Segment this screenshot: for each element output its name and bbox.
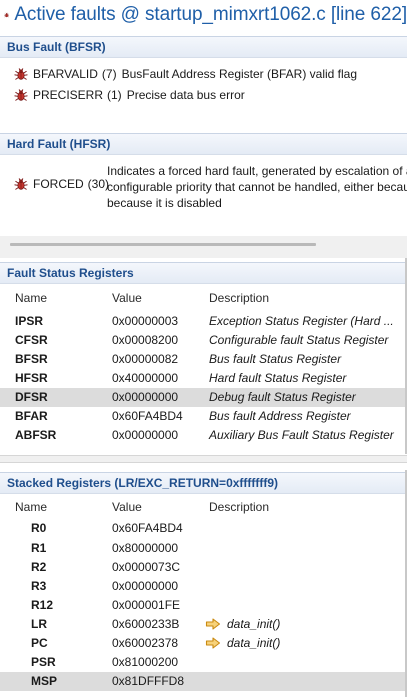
- register-name: PSR: [31, 655, 56, 669]
- description-line: configurable priority that cannot be han…: [107, 180, 407, 194]
- column-header-name[interactable]: Name: [15, 291, 47, 305]
- column-header-name[interactable]: Name: [15, 500, 47, 514]
- description-line: because it is disabled: [107, 196, 222, 210]
- register-description: Configurable fault Status Register: [209, 333, 389, 347]
- table-row[interactable]: IPSR 0x00000003 Exception Status Registe…: [0, 312, 407, 331]
- register-value: 0x00008200: [112, 333, 179, 347]
- fault-bit-name: BFARVALID: [33, 67, 98, 81]
- column-header-value[interactable]: Value: [112, 291, 142, 305]
- register-value: 0x60002378: [112, 636, 179, 650]
- register-name: BFAR: [15, 409, 48, 423]
- fault-bit-number: (7): [101, 67, 117, 81]
- register-name: R1: [31, 541, 47, 555]
- fault-bit-name: PRECISERR: [33, 88, 104, 102]
- panel-separator: [0, 455, 407, 463]
- fault-bit-name: FORCED: [33, 177, 84, 191]
- fault-bit-number: (30): [87, 177, 110, 191]
- table-row[interactable]: HFSR 0x40000000 Hard fault Status Regist…: [0, 369, 407, 388]
- column-header-value[interactable]: Value: [112, 500, 142, 514]
- fault-item-preciserr[interactable]: PRECISERR (1) Precise data bus error: [14, 88, 245, 102]
- register-value: 0x0000073C: [112, 560, 181, 574]
- horizontal-scrollbar-thumb[interactable]: [10, 243, 316, 246]
- register-name: BFSR: [15, 352, 48, 366]
- table-row-selected[interactable]: DFSR 0x00000000 Debug fault Status Regis…: [0, 388, 407, 407]
- fault-item-bfarvalid[interactable]: BFARVALID (7) BusFault Address Register …: [14, 67, 357, 81]
- hard-fault-header[interactable]: Hard Fault (HFSR): [0, 133, 407, 155]
- fault-bit-description: Precise data bus error: [126, 88, 245, 102]
- register-value: 0x80000000: [112, 541, 179, 555]
- register-name: PC: [31, 636, 48, 650]
- register-description: Hard fault Status Register: [209, 371, 347, 385]
- table-row[interactable]: PC 0x60002378 data_init(): [0, 634, 407, 653]
- table-row[interactable]: ABFSR 0x00000000 Auxiliary Bus Fault Sta…: [0, 426, 407, 445]
- fault-bit-number: (1): [107, 88, 122, 102]
- bug-icon: [4, 12, 10, 18]
- description-line: Indicates a forced hard fault, generated…: [107, 164, 407, 178]
- table-row[interactable]: PSR 0x81000200: [0, 653, 407, 672]
- source-function-link[interactable]: data_init(): [227, 636, 280, 650]
- fault-item-forced[interactable]: FORCED (30): [14, 177, 114, 191]
- register-name: R2: [31, 560, 47, 574]
- register-name: IPSR: [15, 314, 44, 328]
- bug-icon: [14, 89, 28, 101]
- bus-fault-header[interactable]: Bus Fault (BFSR): [0, 36, 407, 58]
- register-name: CFSR: [15, 333, 48, 347]
- table-row[interactable]: R0 0x60FA4BD4: [0, 519, 407, 538]
- bug-icon: [14, 178, 28, 190]
- bug-icon: [14, 68, 28, 80]
- register-name: DFSR: [15, 390, 48, 404]
- register-value: 0x60FA4BD4: [112, 409, 183, 423]
- register-description: Exception Status Register (Hard ...: [209, 314, 394, 328]
- view-title: Active faults @ startup_mimxrt1062.c [li…: [14, 4, 407, 25]
- hard-fault-description: Indicates a forced hard fault, generated…: [107, 163, 407, 211]
- register-value: 0x00000003: [112, 314, 179, 328]
- register-name: HFSR: [15, 371, 48, 385]
- fault-status-table-header: Name Value Description: [0, 288, 407, 308]
- goto-source-arrow-icon[interactable]: [205, 618, 221, 630]
- register-value: 0x00000000: [112, 390, 179, 404]
- register-value: 0x00000000: [112, 579, 179, 593]
- table-row[interactable]: BFSR 0x00000082 Bus fault Status Registe…: [0, 350, 407, 369]
- register-value: 0x60FA4BD4: [112, 521, 183, 535]
- table-row[interactable]: CFSR 0x00008200 Configurable fault Statu…: [0, 331, 407, 350]
- register-description: Bus fault Address Register: [209, 409, 351, 423]
- register-value: 0x000001FE: [112, 598, 181, 612]
- register-value: 0x6000233B: [112, 617, 180, 631]
- table-row[interactable]: R1 0x80000000: [0, 539, 407, 558]
- table-row[interactable]: BFAR 0x60FA4BD4 Bus fault Address Regist…: [0, 407, 407, 426]
- register-name: R0: [31, 521, 47, 535]
- view-title-bar: Active faults @ startup_mimxrt1062.c [li…: [0, 0, 407, 30]
- horizontal-scrollbar-track[interactable]: [0, 236, 407, 258]
- register-value: 0x40000000: [112, 371, 179, 385]
- fault-bit-description: BusFault Address Register (BFAR) valid f…: [121, 67, 358, 81]
- table-row-selected[interactable]: MSP 0x81DFFFD8: [0, 672, 407, 691]
- table-row[interactable]: R3 0x00000000: [0, 577, 407, 596]
- fault-status-header[interactable]: Fault Status Registers: [0, 262, 407, 284]
- register-description: Debug fault Status Register: [209, 390, 356, 404]
- source-function-link[interactable]: data_init(): [227, 617, 280, 631]
- register-value: 0x81000200: [112, 655, 179, 669]
- column-header-description[interactable]: Description: [209, 291, 269, 305]
- register-value: 0x00000082: [112, 352, 179, 366]
- register-description: Bus fault Status Register: [209, 352, 342, 366]
- register-name: R12: [31, 598, 54, 612]
- table-row[interactable]: R12 0x000001FE: [0, 596, 407, 615]
- stacked-table-header: Name Value Description: [0, 497, 407, 517]
- register-description: Auxiliary Bus Fault Status Register: [209, 428, 394, 442]
- table-row[interactable]: R2 0x0000073C: [0, 558, 407, 577]
- bus-fault-section: Bus Fault (BFSR): [0, 36, 407, 132]
- register-name: LR: [31, 617, 47, 631]
- goto-source-arrow-icon[interactable]: [205, 637, 221, 649]
- column-header-description[interactable]: Description: [209, 500, 269, 514]
- register-name: ABFSR: [15, 428, 57, 442]
- register-name: MSP: [31, 674, 58, 688]
- table-row[interactable]: LR 0x6000233B data_init(): [0, 615, 407, 634]
- register-value: 0x00000000: [112, 428, 179, 442]
- stacked-registers-header[interactable]: Stacked Registers (LR/EXC_RETURN=0xfffff…: [0, 472, 407, 494]
- register-name: R3: [31, 579, 47, 593]
- register-value: 0x81DFFFD8: [112, 674, 185, 688]
